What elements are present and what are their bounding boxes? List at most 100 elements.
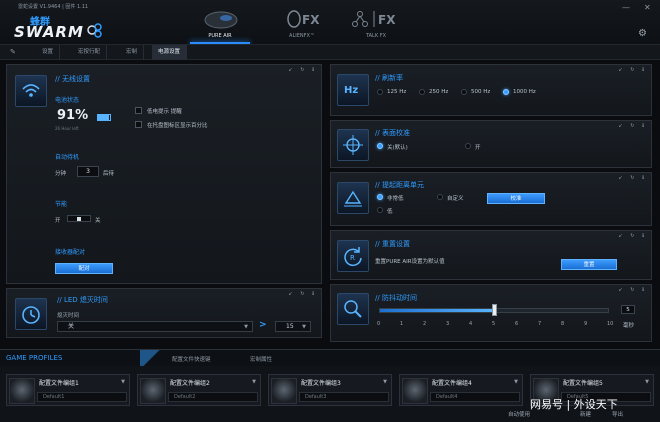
panel-controls[interactable]: ↙ ↻ ℹ bbox=[619, 233, 647, 239]
reset-button[interactable]: 重置 bbox=[561, 259, 617, 270]
wifi-icon bbox=[15, 75, 47, 107]
debounce-tick-label: 1 bbox=[400, 321, 404, 327]
profile-default[interactable]: Default1 bbox=[37, 392, 127, 402]
mouse-icon bbox=[204, 11, 238, 29]
arrow-right-icon: > bbox=[259, 320, 267, 330]
pair-button[interactable]: 配对 bbox=[55, 263, 113, 274]
profile-card-2[interactable]: 配置文件编组2 ▼ Default2 bbox=[137, 374, 261, 406]
led-panel: ↙ ↻ ℹ // LED 熄灭时间 熄灭时间 关 ▼ > 15 ▼ bbox=[6, 288, 322, 338]
low-battery-checkbox[interactable] bbox=[135, 107, 142, 114]
reset-description: 重置PURE AIR设置为默认值 bbox=[375, 259, 445, 265]
power-save-toggle[interactable] bbox=[67, 215, 91, 222]
calibrate-button[interactable]: 校准 bbox=[487, 193, 545, 204]
panel-controls[interactable]: ↙ ↻ ℹ bbox=[619, 123, 647, 129]
mode-label: PURE AIR bbox=[208, 33, 232, 39]
profile-default[interactable]: Default4 bbox=[430, 392, 520, 402]
gear-icon[interactable]: ⚙ bbox=[638, 28, 647, 39]
led-select-label: 熄灭时间 bbox=[57, 313, 80, 319]
led-minutes-select[interactable]: 15 ▼ bbox=[275, 321, 311, 332]
tab-macro-assign[interactable]: 宏按行配 bbox=[72, 45, 108, 60]
profile-default[interactable]: Default2 bbox=[168, 392, 258, 402]
debounce-tick-label: 9 bbox=[584, 321, 588, 327]
pair-label: 接收器配对 bbox=[55, 249, 86, 256]
tab-bar: ✎ 设置 宏按行配 宏制 电源设置 bbox=[0, 44, 660, 60]
debounce-value-input[interactable]: 5 bbox=[621, 305, 635, 314]
svg-text:Hz: Hz bbox=[344, 85, 358, 96]
search-mouse-icon bbox=[337, 293, 369, 325]
led-timeout-select[interactable]: 关 ▼ bbox=[57, 321, 253, 332]
debounce-tick-label: 10 bbox=[607, 321, 614, 327]
debounce-tick-label: 0 bbox=[377, 321, 381, 327]
mode-pure-air[interactable]: PURE AIR bbox=[180, 4, 260, 44]
profile-thumbnail bbox=[402, 378, 428, 404]
debounce-slider-fill bbox=[380, 309, 494, 312]
svg-text:R: R bbox=[350, 254, 355, 262]
polling-label-1000: 1000 Hz bbox=[513, 89, 536, 95]
profile-hotkey-tab[interactable]: 配置文件快速键 bbox=[172, 355, 211, 363]
mode-alienfx[interactable]: FX ALIENFX™ bbox=[262, 4, 342, 42]
close-button[interactable]: ✕ bbox=[644, 3, 651, 12]
panel-controls[interactable]: ↙ ↻ ℹ bbox=[619, 287, 647, 293]
profiles-strip: 配置文件编组1 ▼ Default1 配置文件编组2 ▼ Default2 配置… bbox=[0, 366, 660, 422]
debounce-slider-thumb[interactable] bbox=[492, 304, 497, 316]
polling-radio-500[interactable] bbox=[461, 89, 467, 95]
polling-label-500: 500 Hz bbox=[471, 89, 491, 95]
lod-radio-low[interactable] bbox=[377, 207, 383, 213]
polling-radio-125[interactable] bbox=[377, 89, 383, 95]
panel-controls[interactable]: ↙ ↻ ℹ bbox=[289, 291, 317, 297]
sleep-minutes-input[interactable]: 3 bbox=[77, 166, 99, 177]
reset-panel: ↙ ↻ ℹ R // 重置设置 重置PURE AIR设置为默认值 重置 bbox=[330, 230, 652, 280]
panel-controls[interactable]: ↙ ↻ ℹ bbox=[289, 67, 317, 73]
profile-card-4[interactable]: 配置文件编组4 ▼ Default4 bbox=[399, 374, 523, 406]
chevron-down-icon[interactable]: ▼ bbox=[514, 379, 518, 385]
chevron-down-icon[interactable]: ▼ bbox=[383, 379, 387, 385]
chevron-down-icon[interactable]: ▼ bbox=[121, 379, 125, 385]
minimize-button[interactable]: — bbox=[622, 3, 630, 12]
game-profiles-title: GAME PROFILES bbox=[6, 354, 63, 362]
title-bar: 雷蛇设置 V1.9464 | 固件 1.11 蜂群 SWARM PURE AIR… bbox=[0, 0, 660, 44]
panel-controls[interactable]: ↙ ↻ ℹ bbox=[619, 67, 647, 73]
surface-radio-on[interactable] bbox=[465, 143, 471, 149]
mode-talk-fx[interactable]: FX TALK FX bbox=[336, 4, 416, 42]
tray-percent-checkbox[interactable] bbox=[135, 121, 142, 128]
battery-note: 26 Hour left bbox=[55, 126, 79, 131]
led-title: // LED 熄灭时间 bbox=[57, 296, 108, 304]
lod-label-custom: 自定义 bbox=[447, 196, 464, 202]
logo-swarm: SWARM bbox=[14, 23, 84, 41]
battery-label: 电池状态 bbox=[55, 97, 80, 104]
panel-controls[interactable]: ↙ ↻ ℹ bbox=[619, 175, 647, 181]
sleep-suffix: 后待 bbox=[103, 171, 115, 177]
macro-props-tab[interactable]: 宏制属性 bbox=[250, 355, 272, 363]
chevron-down-icon[interactable]: ▼ bbox=[252, 379, 256, 385]
mode-label: TALK FX bbox=[365, 33, 387, 39]
tab-power-settings[interactable]: 电源设置 bbox=[152, 45, 188, 60]
battery-percent: 91% bbox=[57, 108, 89, 123]
surface-radio-off[interactable] bbox=[377, 143, 383, 149]
battery-icon bbox=[97, 114, 111, 121]
debounce-title: // 防抖动时间 bbox=[375, 294, 417, 302]
pin-icon[interactable]: ✎ bbox=[10, 48, 16, 56]
tab-settings[interactable]: 设置 bbox=[36, 45, 61, 60]
polling-label-250: 250 Hz bbox=[429, 89, 449, 95]
debounce-tick-label: 6 bbox=[515, 321, 519, 327]
lod-radio-very-low[interactable] bbox=[377, 194, 383, 200]
chevron-down-icon[interactable]: ▼ bbox=[645, 379, 649, 385]
lod-radio-custom[interactable] bbox=[437, 194, 443, 200]
polling-title: // 刷新率 bbox=[375, 74, 403, 82]
svg-text:FX: FX bbox=[302, 13, 320, 27]
game-profiles-bar: GAME PROFILES 配置文件快速键 宏制属性 bbox=[0, 349, 660, 367]
tab-macro[interactable]: 宏制 bbox=[120, 45, 145, 60]
profile-name: 配置文件编组5 bbox=[563, 380, 603, 387]
auto-use-button[interactable]: 自动使用 bbox=[508, 410, 530, 418]
talkfx-icon: FX bbox=[352, 11, 396, 27]
profile-card-3[interactable]: 配置文件编组3 ▼ Default3 bbox=[268, 374, 392, 406]
profile-card-1[interactable]: 配置文件编组1 ▼ Default1 bbox=[6, 374, 130, 406]
profile-default[interactable]: Default3 bbox=[299, 392, 389, 402]
polling-radio-250[interactable] bbox=[419, 89, 425, 95]
power-on-label: 开 bbox=[55, 218, 61, 224]
alienfx-icon: FX bbox=[287, 10, 320, 28]
polling-radio-1000[interactable] bbox=[503, 89, 509, 95]
led-minutes-value: 15 bbox=[286, 323, 294, 330]
profile-name: 配置文件编组2 bbox=[170, 380, 210, 387]
debounce-tick-label: 4 bbox=[469, 321, 473, 327]
